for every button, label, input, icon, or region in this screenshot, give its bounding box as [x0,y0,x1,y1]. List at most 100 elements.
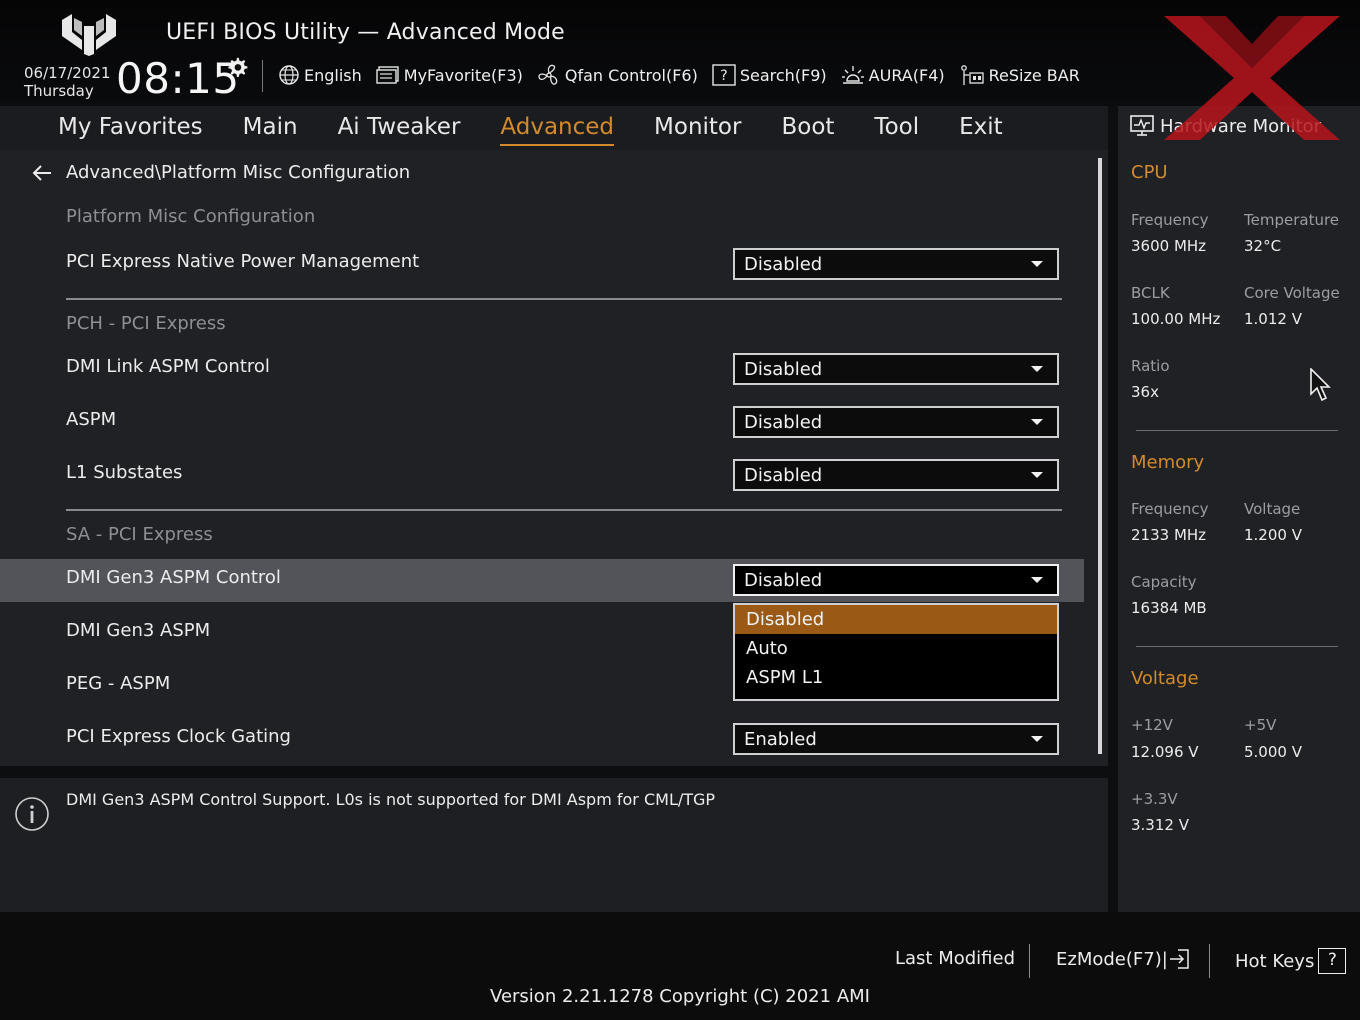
tab-boot[interactable]: Boot [781,114,834,142]
hardware-monitor-title: Hardware Monitor [1130,114,1321,138]
caret-down-icon [1031,366,1043,372]
header-separator [262,60,263,92]
back-arrow-icon[interactable] [32,164,52,181]
bios-title: UEFI BIOS Utility — Advanced Mode [166,20,565,45]
dropdown-l1-substates[interactable]: Disabled [733,459,1059,491]
scrollbar[interactable] [1098,158,1102,754]
dropdown-value: Disabled [744,464,823,486]
hw-divider [1136,646,1338,647]
breadcrumb-path: Advanced\Platform Misc Configuration [66,162,411,183]
clock-settings-gear-icon[interactable] [226,56,248,78]
header-bar: UEFI BIOS Utility — Advanced Mode 06/17/… [0,0,1360,106]
label-pcie-clock-gating: PCI Express Clock Gating [66,726,291,747]
breadcrumb[interactable]: Advanced\Platform Misc Configuration [32,162,410,183]
tab-my-favorites[interactable]: My Favorites [58,114,203,142]
resize-bar-button[interactable]: ReSize BAR [959,63,1080,87]
hw-mem-voltage-label: Voltage [1244,500,1301,518]
version-text: Version 2.21.1278 Copyright (C) 2021 AMI [490,986,870,1007]
hw-core-voltage-label: Core Voltage [1244,284,1340,302]
hw-33v-value: 3.312 V [1131,816,1189,834]
dropdown-value: Disabled [744,569,823,591]
qfan-control-button[interactable]: Qfan Control(F6) [537,63,698,87]
tab-advanced[interactable]: Advanced [500,114,614,146]
caret-down-icon [1031,472,1043,478]
dropdown-pcie-clock-gating[interactable]: Enabled [733,723,1059,755]
footer-bar: Last Modified EzMode(F7)| Hot Keys ? Ver… [0,912,1360,1020]
settings-panel: Advanced\Platform Misc Configuration Pla… [0,150,1108,766]
dropdown-pcie-native-power-management[interactable]: Disabled [733,248,1059,280]
toolbar: English MyFavorite(F3) Qfan Control(F6) [278,62,1094,88]
globe-icon [279,65,299,85]
hw-5v-label: +5V [1244,716,1277,734]
resize-bar-icon [960,65,984,85]
dropdown-aspm[interactable]: Disabled [733,406,1059,438]
section-pch-pci-express: PCH - PCI Express [66,313,226,334]
favorite-icon [376,66,399,84]
label-dmi-link-aspm-control: DMI Link ASPM Control [66,356,270,377]
ezmode-button[interactable]: EzMode(F7)| [1056,948,1190,970]
resize-bar-label: ReSize BAR [988,65,1080,85]
label-dmi-gen3-aspm: DMI Gen3 ASPM [66,620,211,641]
dropdown-dmi-gen3-aspm-control[interactable]: Disabled [733,564,1059,596]
dropdown-dmi-link-aspm-control[interactable]: Disabled [733,353,1059,385]
hot-keys-button[interactable]: Hot Keys ? [1235,948,1347,974]
section-platform-misc: Platform Misc Configuration [66,206,316,227]
dropdown-value: Disabled [744,253,823,275]
hw-core-voltage-value: 1.012 V [1244,310,1302,328]
aura-icon [841,66,864,84]
tab-monitor[interactable]: Monitor [654,114,741,142]
hw-cpu-frequency-label: Frequency [1131,211,1209,229]
caret-down-icon [1031,577,1043,583]
last-modified-button[interactable]: Last Modified [895,948,1015,969]
dropdown-value: Enabled [744,728,817,750]
tab-main[interactable]: Main [243,114,298,142]
label-peg-aspm: PEG - ASPM [66,673,171,694]
search-button[interactable]: ? Search(F9) [712,64,827,86]
hw-5v-value: 5.000 V [1244,743,1302,761]
tab-tool[interactable]: Tool [874,114,919,142]
language-label: English [304,65,362,85]
hw-capacity-value: 16384 MB [1131,599,1207,617]
option-disabled[interactable]: Disabled [735,605,1057,634]
option-auto[interactable]: Auto [735,634,1057,663]
tab-ai-tweaker[interactable]: Ai Tweaker [338,114,461,142]
ezmode-label: EzMode(F7)| [1056,948,1168,970]
info-panel: DMI Gen3 ASPM Control Support. L0s is no… [0,778,1108,912]
hw-12v-value: 12.096 V [1131,743,1199,761]
hw-mem-frequency-value: 2133 MHz [1131,526,1207,544]
aura-label: AURA(F4) [868,65,945,85]
caret-down-icon [1031,419,1043,425]
svg-text:?: ? [720,68,727,84]
label-pcie-native-power-management: PCI Express Native Power Management [66,251,420,272]
help-question-icon: ? [1318,948,1347,974]
mouse-cursor-icon [1310,368,1331,402]
hw-ratio-value: 36x [1131,383,1159,401]
section-divider [66,509,1062,511]
day-text: Thursday [24,82,94,100]
hw-section-voltage: Voltage [1131,668,1199,689]
language-button[interactable]: English [278,64,362,86]
hw-section-cpu: CPU [1131,162,1168,183]
label-l1-substates: L1 Substates [66,462,183,483]
tab-exit[interactable]: Exit [959,114,1003,142]
caret-down-icon [1031,261,1043,267]
dropdown-value: Disabled [744,358,823,380]
clock-display: 08:15 [116,54,240,103]
monitor-icon [1130,115,1154,136]
search-help-icon: ? [712,64,736,86]
hw-bclk-label: BCLK [1131,284,1170,302]
hw-cpu-frequency-value: 3600 MHz [1131,237,1207,255]
myfavorite-button[interactable]: MyFavorite(F3) [376,65,523,85]
hw-ratio-label: Ratio [1131,357,1170,375]
hot-keys-label: Hot Keys [1235,950,1315,972]
myfavorite-label: MyFavorite(F3) [403,65,523,85]
option-aspm-l1[interactable]: ASPM L1 [735,663,1057,692]
hw-33v-label: +3.3V [1131,790,1178,808]
qfan-control-label: Qfan Control(F6) [564,65,698,85]
label-dmi-gen3-aspm-control: DMI Gen3 ASPM Control [66,567,281,588]
footer-separator [1029,944,1030,978]
aura-button[interactable]: AURA(F4) [841,63,945,87]
hardware-monitor-label: Hardware Monitor [1160,115,1322,137]
hardware-monitor-panel: Hardware Monitor CPU Frequency Temperatu… [1118,106,1360,912]
date-text: 06/17/2021 [24,64,111,82]
